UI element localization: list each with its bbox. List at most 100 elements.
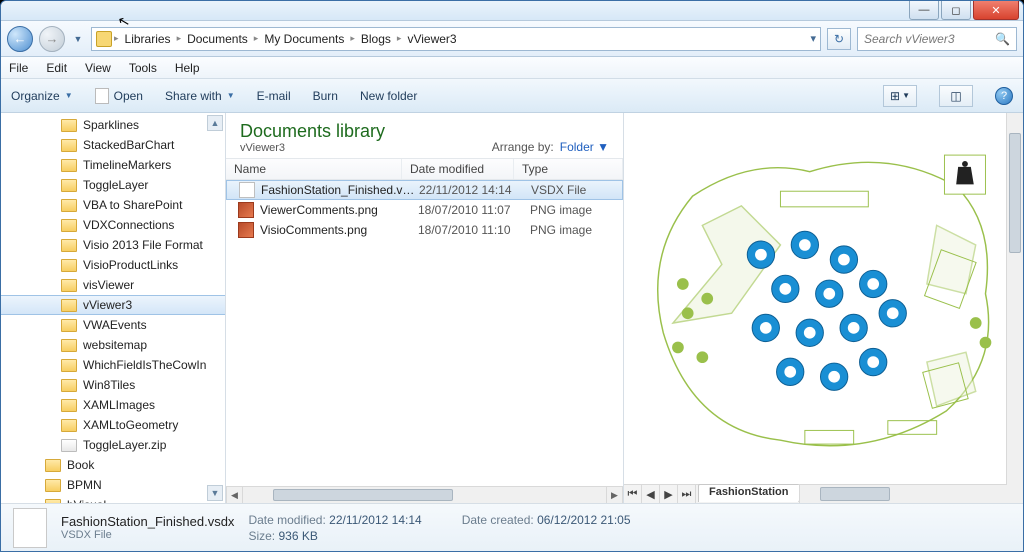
forward-button[interactable]: →	[39, 26, 65, 52]
newfolder-button[interactable]: New folder	[360, 89, 417, 103]
zip-icon	[61, 439, 77, 452]
created-value: 06/12/2012 21:05	[537, 513, 630, 527]
vertical-scrollbar[interactable]	[1006, 113, 1023, 486]
email-button[interactable]: E-mail	[257, 89, 291, 103]
tree-item-label: ToggleLayer.zip	[83, 438, 166, 452]
tree-item[interactable]: websitemap	[1, 335, 225, 355]
menu-file[interactable]: File	[9, 61, 28, 75]
folder-icon	[61, 179, 77, 192]
folder-icon	[61, 399, 77, 412]
tree-item[interactable]: Book	[1, 455, 225, 475]
chevron-down-icon[interactable]: ▾	[810, 32, 816, 45]
tree-item[interactable]: BPMN	[1, 475, 225, 495]
tree-item-label: Visio 2013 File Format	[83, 238, 203, 252]
view-options-button[interactable]: ⊞ ▼	[883, 85, 917, 107]
open-button[interactable]: Open	[95, 88, 143, 104]
chevron-right-icon: ▸	[350, 33, 355, 44]
tree-item[interactable]: StackedBarChart	[1, 135, 225, 155]
scroll-up-button[interactable]: ▲	[207, 115, 223, 131]
preview-pane-button[interactable]: ◫	[939, 85, 973, 107]
address-bar-row: ← → ▼ ▸ Libraries ▸ Documents ▸ My Docum…	[1, 21, 1023, 57]
tree-item[interactable]: VWAEvents	[1, 315, 225, 335]
menu-edit[interactable]: Edit	[46, 61, 67, 75]
menu-view[interactable]: View	[85, 61, 111, 75]
file-row[interactable]: VisioComments.png 18/07/2010 11:10 PNG i…	[226, 220, 623, 240]
menu-tools[interactable]: Tools	[129, 61, 157, 75]
preview-pane: ⏮ ◀ ▶ ⏭ FashionStation	[623, 113, 1023, 503]
file-thumbnail	[13, 508, 47, 548]
scrollbar-thumb[interactable]	[820, 487, 890, 501]
tree-item[interactable]: WhichFieldIsTheCowIn	[1, 355, 225, 375]
file-row[interactable]: ViewerComments.png 18/07/2010 11:07 PNG …	[226, 200, 623, 220]
scroll-down-button[interactable]: ▼	[207, 485, 223, 501]
tree-item[interactable]: bVisual	[1, 495, 225, 503]
tree-item[interactable]: VBA to SharePoint	[1, 195, 225, 215]
refresh-button[interactable]: ↻	[827, 28, 851, 50]
folder-icon	[61, 119, 77, 132]
col-date[interactable]: Date modified	[402, 159, 514, 179]
arrange-by[interactable]: Arrange by: Folder ▼	[492, 140, 609, 154]
file-row[interactable]: FashionStation_Finished.vsdx 22/11/2012 …	[226, 180, 623, 200]
scroll-right-button[interactable]: ▶	[606, 487, 623, 503]
tree-item[interactable]: ToggleLayer	[1, 175, 225, 195]
preview-content	[624, 113, 1023, 484]
arrange-value[interactable]: Folder ▼	[560, 140, 609, 154]
search-input[interactable]: Search vViewer3 🔍	[857, 27, 1017, 51]
tree-item[interactable]: vViewer3	[1, 295, 225, 315]
menu-help[interactable]: Help	[175, 61, 200, 75]
scrollbar-thumb[interactable]	[273, 489, 453, 501]
tree-item[interactable]: XAMLtoGeometry	[1, 415, 225, 435]
folder-icon	[61, 199, 77, 212]
preview-hscroll[interactable]	[799, 485, 1023, 503]
col-type[interactable]: Type	[514, 159, 623, 179]
folder-icon	[61, 159, 77, 172]
scroll-left-button[interactable]: ◀	[226, 487, 243, 503]
tree-item[interactable]: VDXConnections	[1, 215, 225, 235]
search-icon[interactable]: 🔍	[995, 32, 1010, 46]
menu-bar: File Edit View Tools Help	[1, 57, 1023, 79]
minimize-button[interactable]: —	[909, 1, 939, 20]
folder-icon	[61, 419, 77, 432]
tree-item-label: XAMLtoGeometry	[83, 418, 178, 432]
close-button[interactable]: ✕	[973, 1, 1019, 20]
history-dropdown[interactable]: ▼	[71, 28, 85, 50]
horizontal-scrollbar[interactable]: ◀ ▶	[226, 486, 623, 503]
scrollbar-thumb[interactable]	[1009, 133, 1021, 253]
preview-tab[interactable]: FashionStation	[698, 484, 799, 502]
col-name[interactable]: Name	[226, 159, 402, 179]
folder-icon	[61, 139, 77, 152]
tree-item[interactable]: Visio 2013 File Format	[1, 235, 225, 255]
burn-button[interactable]: Burn	[313, 89, 338, 103]
tree-item-label: vViewer3	[83, 298, 132, 312]
file-date: 18/07/2010 11:10	[418, 223, 530, 237]
column-headers[interactable]: Name Date modified Type	[226, 158, 623, 180]
folder-icon	[45, 459, 61, 472]
back-button[interactable]: ←	[7, 26, 33, 52]
tree-item[interactable]: ToggleLayer.zip	[1, 435, 225, 455]
tree-item-label: TimelineMarkers	[83, 158, 171, 172]
tree-item[interactable]: VisioProductLinks	[1, 255, 225, 275]
breadcrumb[interactable]: Documents	[183, 32, 252, 46]
tree-item[interactable]: Sparklines	[1, 115, 225, 135]
breadcrumb[interactable]: vViewer3	[403, 32, 460, 46]
breadcrumb[interactable]: Libraries	[121, 32, 175, 46]
tree-item[interactable]: visViewer	[1, 275, 225, 295]
tree-item[interactable]: TimelineMarkers	[1, 155, 225, 175]
navigation-pane: ▲ SparklinesStackedBarChart TimelineMarke…	[1, 113, 226, 503]
tree-item[interactable]: XAMLImages	[1, 395, 225, 415]
tree-item-label: Book	[67, 458, 94, 472]
tree-item-label: VBA to SharePoint	[83, 198, 182, 212]
folder-icon	[61, 259, 77, 272]
file-name: VisioComments.png	[260, 223, 418, 237]
address-bar[interactable]: ▸ Libraries ▸ Documents ▸ My Documents ▸…	[91, 27, 821, 51]
share-button[interactable]: Share with▼	[165, 89, 235, 103]
help-button[interactable]: ?	[995, 87, 1013, 105]
breadcrumb[interactable]: My Documents	[260, 32, 348, 46]
organize-button[interactable]: Organize▼	[11, 89, 73, 103]
breadcrumb[interactable]: Blogs	[357, 32, 395, 46]
command-bar: Organize▼ Open Share with▼ E-mail Burn N…	[1, 79, 1023, 113]
maximize-button[interactable]: ◻	[941, 1, 971, 20]
size-value: 936 KB	[278, 529, 317, 543]
details-pane: FashionStation_Finished.vsdx VSDX File D…	[1, 503, 1023, 551]
tree-item[interactable]: Win8Tiles	[1, 375, 225, 395]
